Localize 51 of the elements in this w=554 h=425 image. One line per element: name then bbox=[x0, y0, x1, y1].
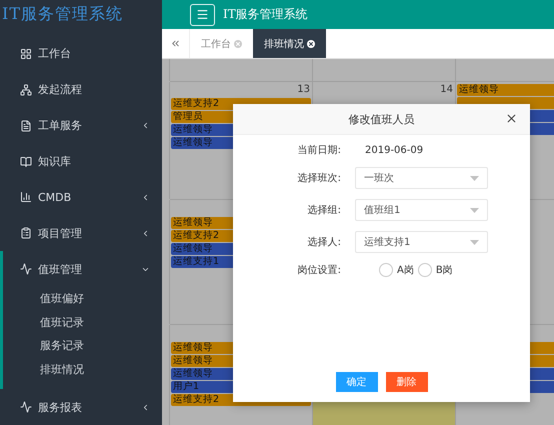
field-label: 岗位设置: bbox=[296, 264, 341, 277]
pulse-icon bbox=[20, 401, 32, 414]
menu-item[interactable]: 项目管理 bbox=[0, 215, 162, 252]
menu-item[interactable]: 工单服务 bbox=[0, 108, 162, 144]
event-bar[interactable]: 运维领导 bbox=[457, 84, 554, 96]
day-number: 13 bbox=[297, 84, 311, 97]
dropdown-caret-icon bbox=[470, 240, 479, 244]
pulse-icon bbox=[20, 263, 32, 276]
submenu-item[interactable]: 服务记录 bbox=[3, 334, 162, 358]
menu-item[interactable]: CMDB bbox=[0, 179, 162, 216]
book-icon bbox=[20, 156, 32, 168]
header-title: IT服务管理系统 bbox=[223, 6, 308, 23]
menu-item[interactable]: 知识库 bbox=[0, 144, 162, 180]
field-label: 选择组: bbox=[306, 204, 341, 217]
radio-label: B岗 bbox=[436, 264, 453, 277]
double-left-icon bbox=[170, 38, 181, 49]
menu-item[interactable]: 工作台 bbox=[0, 36, 162, 72]
chevron-left-icon bbox=[141, 192, 150, 202]
grid-icon bbox=[20, 48, 32, 60]
chart-icon bbox=[20, 191, 32, 204]
dropdown-caret-icon bbox=[470, 208, 479, 212]
close-button[interactable] bbox=[505, 112, 518, 125]
document-icon bbox=[20, 120, 32, 132]
tab[interactable]: 排班情况 bbox=[253, 29, 326, 58]
submenu-item[interactable]: 值班记录 bbox=[3, 310, 162, 334]
radio-button[interactable] bbox=[418, 263, 432, 277]
submenu-item[interactable]: 值班偏好 bbox=[3, 287, 162, 311]
app-logo: IT服务管理系统 bbox=[1, 3, 124, 26]
menu-item[interactable]: 服务报表 bbox=[0, 389, 162, 425]
menu-icon bbox=[196, 8, 209, 21]
menu-button[interactable] bbox=[190, 4, 215, 26]
chevron-left-icon bbox=[141, 228, 150, 238]
menu-item[interactable]: 发起流程 bbox=[0, 72, 162, 108]
submenu-item[interactable]: 排班情况 bbox=[3, 358, 162, 382]
chevron-left-icon bbox=[141, 121, 150, 130]
select-field[interactable]: 一班次 bbox=[355, 167, 488, 189]
clipboard-icon bbox=[20, 227, 32, 240]
radio-button[interactable] bbox=[379, 263, 393, 277]
field-label: 选择班次: bbox=[296, 172, 341, 185]
field-label: 当前日期: bbox=[296, 144, 341, 157]
dialog-title: 修改值班人员 bbox=[348, 112, 414, 126]
close-icon[interactable] bbox=[307, 40, 315, 48]
radio-label: A岗 bbox=[397, 264, 414, 277]
select-field[interactable]: 运维支持1 bbox=[355, 231, 488, 253]
field-label: 选择人: bbox=[306, 236, 341, 249]
day-number: 14 bbox=[440, 84, 454, 97]
date-value: 2019-06-09 bbox=[364, 144, 424, 156]
dropdown-caret-icon bbox=[470, 176, 479, 180]
network-icon bbox=[20, 84, 32, 96]
select-field[interactable]: 值班组1 bbox=[355, 199, 488, 221]
chevron-left-icon bbox=[141, 402, 150, 412]
